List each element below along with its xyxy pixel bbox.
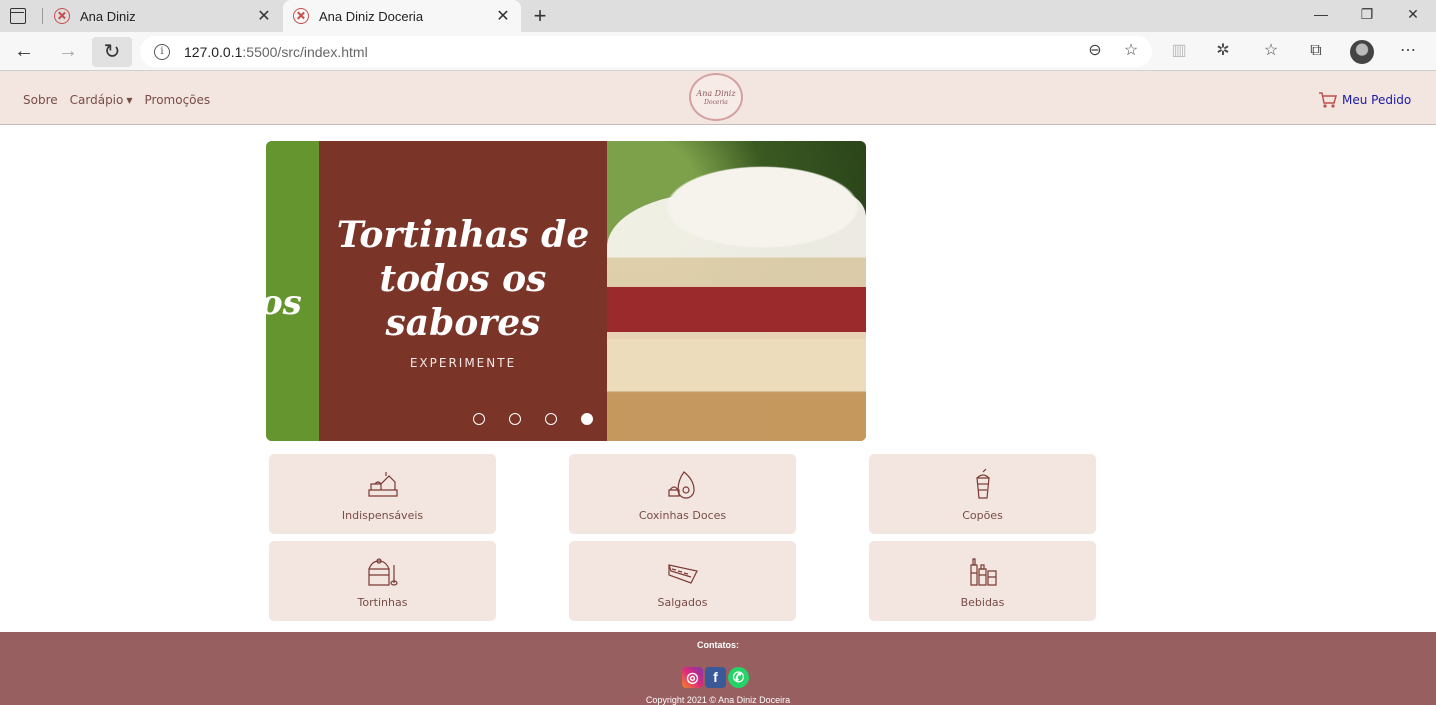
category-indispensaveis[interactable]: Indispensáveis	[269, 454, 496, 534]
back-icon[interactable]: ←	[10, 38, 38, 64]
extensions-icon[interactable]: ✲	[1212, 40, 1234, 62]
favorites-icon[interactable]: ☆	[1260, 40, 1282, 62]
facebook-icon[interactable]: f	[705, 667, 726, 688]
slide-cta[interactable]: EXPERIMENTE	[319, 356, 607, 370]
tab-divider	[42, 8, 43, 24]
nav-promos-link[interactable]: Promoções	[145, 93, 211, 107]
dessert-cup	[607, 193, 866, 441]
category-label: Bebidas	[960, 596, 1005, 609]
category-coxinhas-doces[interactable]: Coxinhas Doces	[569, 454, 796, 534]
site-footer: Contatos: ◎ f ✆ Copyright 2021 © Ana Din…	[0, 632, 1436, 705]
slide-text-panel: Tortinhas de todos os sabores EXPERIMENT…	[319, 141, 607, 441]
logo-name: Ana Diniz	[696, 89, 736, 98]
carousel-dot-3[interactable]	[545, 413, 557, 425]
category-label: Indispensáveis	[341, 509, 424, 522]
cup-dessert-icon	[976, 468, 990, 499]
category-copoes[interactable]: Copões	[869, 454, 1096, 534]
collections-icon[interactable]: ⧉	[1305, 40, 1327, 62]
carousel-dot-4[interactable]	[581, 413, 593, 425]
reload-icon[interactable]: ↻	[92, 37, 132, 67]
caret-down-icon: ▼	[126, 96, 133, 105]
carousel-dot-1[interactable]	[473, 413, 485, 425]
social-links: ◎ f ✆	[682, 667, 749, 688]
favicon-icon	[54, 8, 70, 24]
cart-label: Meu Pedido	[1342, 93, 1412, 107]
shopping-cart-icon	[1319, 92, 1337, 108]
cake-slices-icon	[368, 472, 398, 497]
minimize-icon[interactable]: —	[1311, 6, 1331, 22]
site-logo[interactable]: Ana Diniz Doceria	[689, 73, 743, 121]
carousel-dot-2[interactable]	[509, 413, 521, 425]
nav-menu-dropdown[interactable]: Cardápio ▼	[70, 93, 133, 107]
tab-title: Ana Diniz Doceria	[319, 8, 424, 24]
new-tab-icon[interactable]: +	[528, 3, 552, 29]
dessert-cup-photo	[607, 141, 866, 441]
main-nav: Sobre Cardápio ▼ Promoções	[23, 93, 210, 107]
address-bar[interactable]: i 127.0.0.1:5500/src/index.html	[140, 36, 1152, 67]
tab-title: Ana Diniz	[80, 8, 136, 24]
close-tab-icon[interactable]: ✕	[252, 6, 276, 26]
tab-ana-diniz-doceria[interactable]: Ana Diniz Doceria ✕	[283, 0, 521, 32]
logo-subtitle: Doceria	[704, 99, 728, 106]
browser-toolbar: ← → ↻ i 127.0.0.1:5500/src/index.html ⊖ …	[0, 32, 1436, 71]
url-text[interactable]: 127.0.0.1:5500/src/index.html	[184, 44, 1152, 60]
sweet-coxinha-icon	[668, 471, 695, 499]
hero-carousel[interactable]: os Tortinhas de todos os sabores EXPERIM…	[266, 141, 866, 441]
more-icon[interactable]: ⋯	[1397, 40, 1419, 62]
info-icon[interactable]: i	[154, 43, 170, 60]
cart-link[interactable]: Meu Pedido	[1318, 91, 1411, 109]
copyright-text: Copyright 2021 © Ana Diniz Doceira	[645, 695, 791, 705]
tab-ana-diniz[interactable]: Ana Diniz ✕	[44, 0, 282, 32]
pie-slice-icon	[668, 564, 698, 584]
category-bebidas[interactable]: Bebidas	[869, 541, 1096, 621]
category-label: Salgados	[657, 596, 708, 609]
close-tab-icon[interactable]: ✕	[491, 6, 515, 26]
restore-icon[interactable]: ❐	[1357, 6, 1377, 23]
category-label: Tortinhas	[357, 596, 408, 609]
sidebar-icon[interactable]	[10, 8, 26, 24]
category-label: Copões	[962, 509, 1003, 522]
favorite-add-icon[interactable]: ☆	[1120, 40, 1142, 62]
zoom-icon[interactable]: ⊖	[1084, 40, 1106, 62]
nav-about-link[interactable]: Sobre	[23, 93, 58, 107]
trash-icon[interactable]: ▥	[1168, 40, 1190, 62]
close-window-icon[interactable]: ✕	[1403, 6, 1423, 23]
category-salgados[interactable]: Salgados	[569, 541, 796, 621]
category-tortinhas[interactable]: Tortinhas	[269, 541, 496, 621]
forward-icon[interactable]: →	[54, 38, 82, 64]
instagram-icon[interactable]: ◎	[682, 667, 703, 688]
profile-avatar[interactable]	[1350, 40, 1374, 64]
tart-icon	[368, 558, 398, 586]
whatsapp-icon[interactable]: ✆	[728, 667, 749, 688]
previous-slide-peek: os	[266, 141, 319, 441]
browser-tabbar: Ana Diniz ✕ Ana Diniz Doceria ✕ + — ❐ ✕	[0, 0, 1436, 32]
footer-title: Contatos:	[697, 640, 739, 650]
slide-title: Tortinhas de todos os sabores	[336, 214, 590, 344]
carousel-indicators	[473, 413, 593, 425]
previous-slide-text: os	[266, 283, 302, 323]
favicon-icon	[293, 8, 309, 24]
category-label: Coxinhas Doces	[638, 509, 727, 522]
bottles-icon	[970, 558, 997, 586]
